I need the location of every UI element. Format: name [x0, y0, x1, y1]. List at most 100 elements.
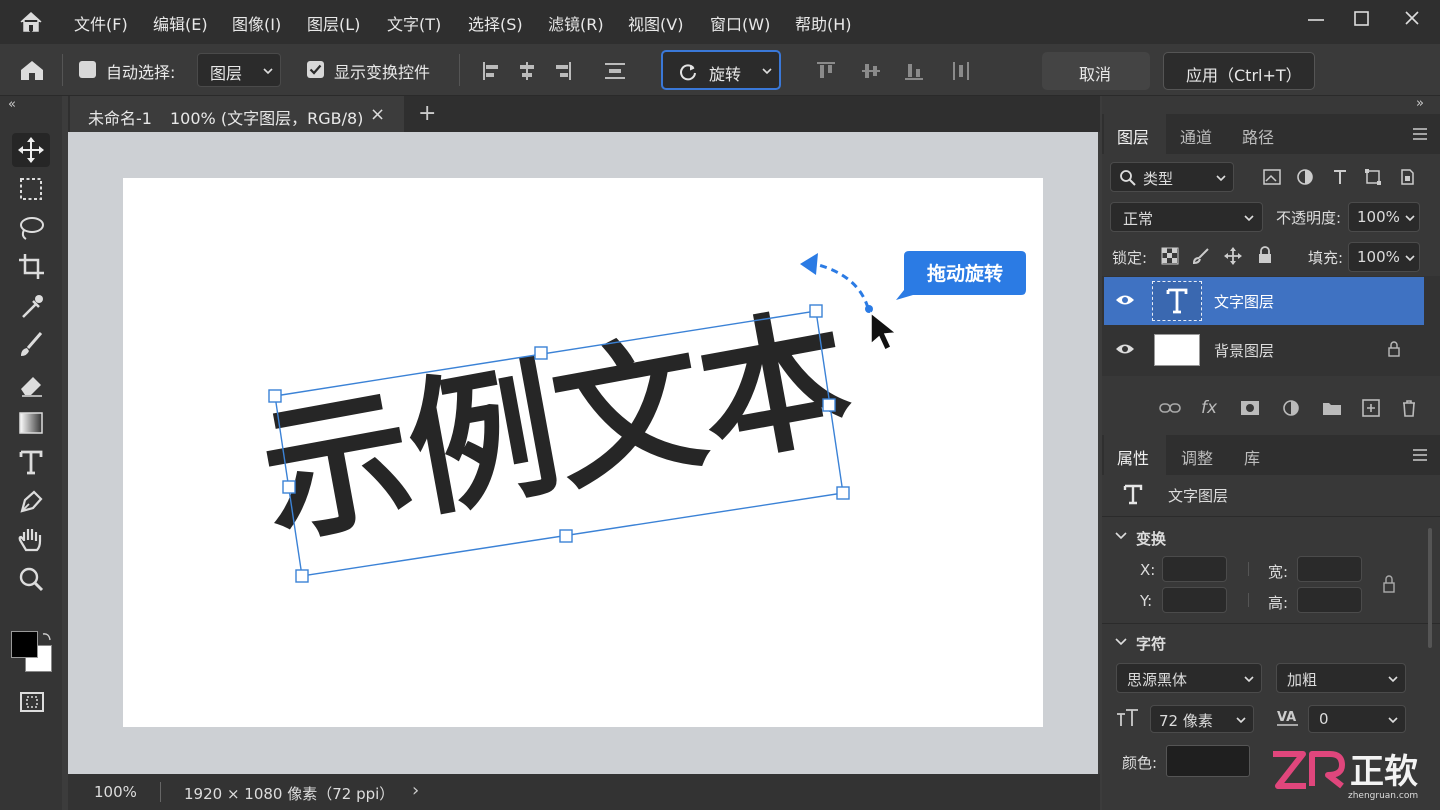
- rotate-arrow-head-icon: [800, 253, 818, 275]
- cursor-arrow-icon: [870, 311, 898, 352]
- opacity-field[interactable]: 100%: [1348, 202, 1420, 232]
- layer-lock-icon: [1388, 341, 1400, 357]
- svg-text:VA: VA: [1277, 710, 1296, 725]
- filter-smart-object-icon[interactable]: [1398, 168, 1416, 186]
- width-label: 宽:: [1268, 563, 1289, 581]
- type-layer-icon: [1166, 288, 1188, 314]
- chevron-down-icon[interactable]: [1114, 636, 1128, 648]
- tracking-field[interactable]: 0: [1308, 705, 1406, 733]
- layer-filter-dropdown[interactable]: 类型: [1110, 162, 1234, 192]
- eye-icon[interactable]: [1115, 293, 1135, 307]
- fill-field[interactable]: 100%: [1348, 242, 1420, 272]
- lock-paint-icon[interactable]: [1192, 247, 1210, 265]
- handle-bottom-left[interactable]: [295, 569, 309, 583]
- font-style-dropdown[interactable]: 加粗: [1276, 663, 1406, 693]
- tab-channels[interactable]: 通道: [1180, 124, 1212, 148]
- opacity-label: 不透明度:: [1276, 209, 1342, 227]
- eye-icon[interactable]: [1115, 342, 1135, 356]
- lock-label: 锁定:: [1112, 249, 1148, 267]
- right-panel: » 图层 通道 路径 类型 正常 不透明度: 100% 锁定: 填充: 100%: [1102, 96, 1440, 810]
- handle-right-middle[interactable]: [822, 398, 836, 412]
- constrain-proportions-icon[interactable]: [1382, 574, 1396, 594]
- lock-transparent-icon[interactable]: [1161, 247, 1179, 265]
- handle-top-right[interactable]: [809, 304, 823, 318]
- font-size-value: 72 像素: [1159, 712, 1213, 730]
- y-field[interactable]: [1162, 587, 1227, 613]
- delete-layer-icon[interactable]: [1400, 399, 1418, 417]
- link-layers-icon[interactable]: [1159, 400, 1181, 416]
- fill-value: 100%: [1357, 248, 1400, 266]
- chevron-down-icon[interactable]: [1114, 530, 1128, 542]
- handle-top-left[interactable]: [268, 389, 282, 403]
- zoom-level[interactable]: 100%: [94, 783, 137, 801]
- x-field[interactable]: [1162, 556, 1227, 582]
- tab-layers[interactable]: 图层: [1117, 124, 1149, 148]
- handle-left-middle[interactable]: [282, 480, 296, 494]
- layer-row-text[interactable]: 文字图层: [1104, 277, 1424, 325]
- filter-pixel-icon[interactable]: [1262, 168, 1282, 186]
- font-size-icon: [1117, 709, 1138, 726]
- opacity-value: 100%: [1357, 208, 1400, 226]
- layer-thumbnail-background: [1154, 334, 1200, 366]
- fx-icon[interactable]: fx: [1201, 398, 1217, 418]
- y-label: Y:: [1140, 592, 1153, 610]
- lock-all-icon[interactable]: [1257, 246, 1273, 264]
- collapse-panels-button[interactable]: »: [1416, 96, 1424, 111]
- status-arrow-icon[interactable]: ›: [412, 780, 419, 801]
- text-layer-type-icon: [1123, 484, 1143, 505]
- fill-label: 填充:: [1308, 249, 1344, 267]
- transform-section-title[interactable]: 变换: [1136, 528, 1166, 549]
- text-color-swatch[interactable]: [1166, 745, 1250, 777]
- layer-name[interactable]: 文字图层: [1214, 291, 1274, 312]
- chevron-down-icon: [1244, 676, 1254, 683]
- font-family-dropdown[interactable]: 思源黑体: [1116, 663, 1262, 693]
- properties-panel-header: 属性 调整 库: [1102, 435, 1440, 475]
- handle-bottom-right[interactable]: [836, 486, 850, 500]
- filter-type-icon[interactable]: [1331, 168, 1349, 186]
- font-size-field[interactable]: 72 像素: [1150, 705, 1254, 733]
- width-field[interactable]: [1297, 556, 1362, 582]
- panel-menu-icon[interactable]: [1412, 127, 1428, 141]
- chevron-down-icon: [1405, 215, 1415, 222]
- color-label: 颜色:: [1122, 754, 1158, 772]
- add-mask-icon[interactable]: [1240, 399, 1260, 417]
- watermark-url: zhengruan.com: [1348, 791, 1419, 801]
- tab-adjustments[interactable]: 调整: [1181, 445, 1213, 469]
- character-section-title[interactable]: 字符: [1136, 633, 1166, 654]
- rotated-text-group: 示例文本: [250, 289, 863, 565]
- layer-row-background[interactable]: 背景图层: [1104, 326, 1424, 374]
- blend-mode-value: 正常: [1123, 210, 1154, 228]
- filter-shape-icon[interactable]: [1364, 168, 1382, 186]
- tab-libraries[interactable]: 库: [1244, 445, 1260, 469]
- adjustment-layer-icon[interactable]: [1282, 399, 1300, 417]
- handle-top-middle[interactable]: [534, 346, 548, 360]
- document-size: 1920 × 1080 像素（72 ppi）: [184, 785, 395, 803]
- layers-panel-header: 图层 通道 路径: [1102, 114, 1440, 154]
- lock-position-icon[interactable]: [1224, 247, 1242, 265]
- font-family-value: 思源黑体: [1127, 671, 1188, 689]
- watermark-logo-text: 正软: [1350, 752, 1418, 792]
- tab-properties[interactable]: 属性: [1117, 445, 1149, 469]
- layer-filter-label: 类型: [1143, 170, 1174, 188]
- tracking-icon: VA: [1277, 710, 1298, 726]
- blend-mode-dropdown[interactable]: 正常: [1110, 202, 1263, 232]
- height-field[interactable]: [1297, 587, 1362, 613]
- new-layer-icon[interactable]: [1362, 399, 1380, 417]
- new-group-icon[interactable]: [1322, 400, 1342, 416]
- properties-layer-type: 文字图层: [1168, 487, 1229, 505]
- layer-thumbnail-text: [1152, 281, 1202, 321]
- filter-adjustment-icon[interactable]: [1296, 168, 1314, 186]
- properties-scrollbar[interactable]: [1428, 528, 1432, 648]
- search-icon: [1120, 170, 1136, 186]
- chevron-down-icon: [1405, 255, 1415, 262]
- height-label: 高:: [1268, 594, 1289, 612]
- layer-name[interactable]: 背景图层: [1214, 340, 1274, 361]
- panel-menu-icon[interactable]: [1412, 448, 1428, 462]
- callout-text: 拖动旋转: [927, 262, 1003, 285]
- watermark-logo: 正软 zhengruan.com: [1268, 744, 1440, 810]
- handle-bottom-middle[interactable]: [559, 529, 573, 543]
- status-bar: 100% 1920 × 1080 像素（72 ppi） ›: [68, 774, 1100, 810]
- x-label: X:: [1140, 561, 1156, 579]
- tab-paths[interactable]: 路径: [1242, 124, 1274, 148]
- tracking-value: 0: [1319, 710, 1329, 728]
